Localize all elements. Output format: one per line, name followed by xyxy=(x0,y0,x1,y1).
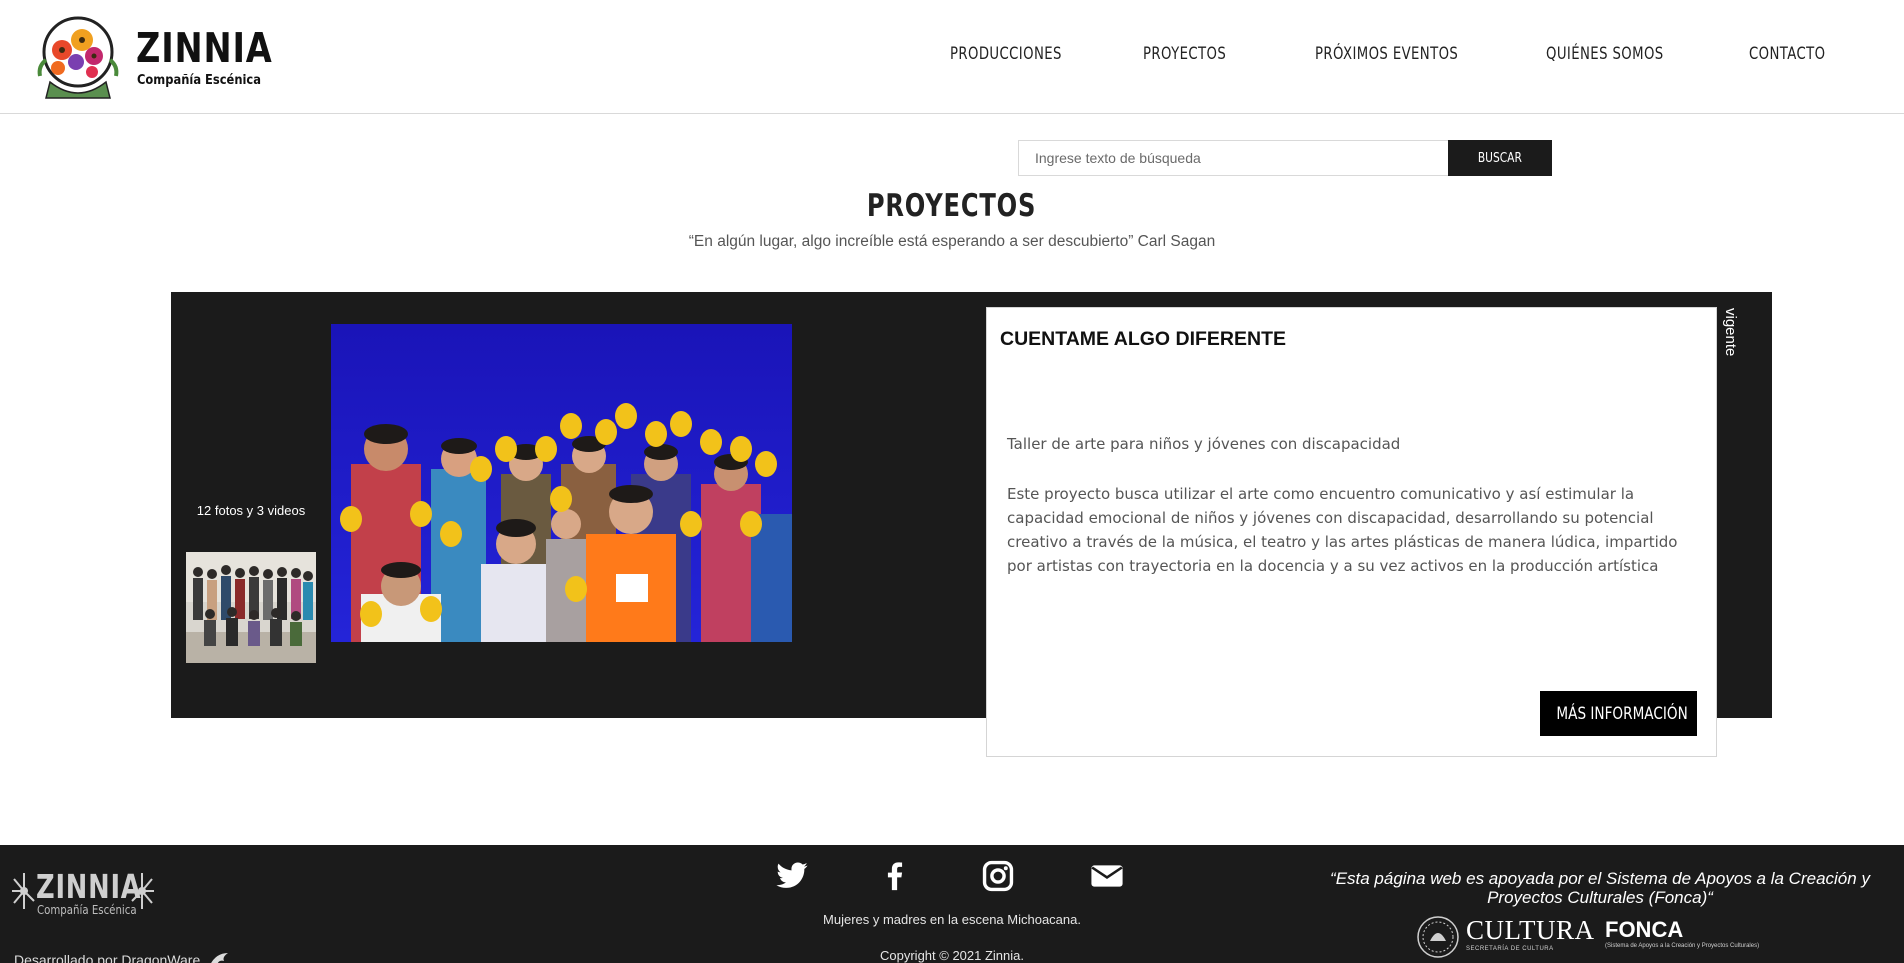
page-title: PROYECTOS xyxy=(0,188,1904,224)
search-button-label: BUSCAR xyxy=(1477,150,1523,166)
gallery-thumbnail[interactable] xyxy=(186,552,316,663)
cultura-label: CULTURA xyxy=(1466,915,1595,945)
nav-proximos-eventos[interactable]: PRÓXIMOS EVENTOS xyxy=(1315,44,1458,64)
nav-quienes-somos[interactable]: QUIÉNES SOMOS xyxy=(1546,44,1664,64)
project-main-photo[interactable] xyxy=(331,324,792,642)
zinnia-flower-left-icon xyxy=(12,873,35,909)
fonca-label: FONCA xyxy=(1605,917,1684,942)
logo-subtitle: Compañía Escénica xyxy=(137,72,261,88)
cultura-logo[interactable]: CULTURA SECRETARÍA DE CULTURA xyxy=(1416,915,1596,961)
search-input[interactable] xyxy=(1018,140,1449,176)
fonca-logo[interactable]: FONCA (Sistema de Apoyos a la Creación y… xyxy=(1605,917,1785,957)
twitter-icon[interactable] xyxy=(775,859,809,893)
nav-contacto[interactable]: CONTACTO xyxy=(1749,44,1825,64)
cultura-sublabel: SECRETARÍA DE CULTURA xyxy=(1466,946,1554,952)
footer-logo-name: ZINNIA xyxy=(36,867,142,906)
zinnia-flower-right-icon xyxy=(131,873,154,909)
nav-proyectos[interactable]: PROYECTOS xyxy=(1143,44,1226,64)
mexico-seal-icon xyxy=(1417,916,1459,958)
project-title: CUENTAME ALGO DIFERENTE xyxy=(1000,328,1286,350)
instagram-icon[interactable] xyxy=(981,859,1015,893)
site-footer: ZINNIA Compañía Escénica Desarrollado po… xyxy=(0,845,1904,963)
project-status-badge: vigente xyxy=(1722,308,1739,357)
more-info-button[interactable]: MÁS INFORMACIÓN xyxy=(1540,691,1697,736)
group-photo-image xyxy=(186,552,316,663)
fonca-sublabel: (Sistema de Apoyos a la Creación y Proye… xyxy=(1605,943,1760,949)
nav-producciones[interactable]: PRODUCCIONES xyxy=(950,44,1062,64)
facebook-icon[interactable] xyxy=(878,859,912,893)
page-title-text: PROYECTOS xyxy=(867,188,1037,224)
site-header: ZINNIA Compañía Escénica PRODUCCIONES PR… xyxy=(0,0,1904,114)
envelope-icon[interactable] xyxy=(1090,859,1124,893)
project-info-panel: CUENTAME ALGO DIFERENTE Taller de arte p… xyxy=(986,307,1717,757)
main-nav: PRODUCCIONES PROYECTOS PRÓXIMOS EVENTOS … xyxy=(0,44,1904,68)
children-with-yellow-gloves-image xyxy=(331,324,792,642)
more-info-label: MÁS INFORMACIÓN xyxy=(1556,703,1688,724)
search-bar: BUSCAR xyxy=(1018,140,1552,176)
page-quote: “En algún lugar, algo increíble está esp… xyxy=(688,233,1216,250)
project-subtitle: Taller de arte para niños y jóvenes con … xyxy=(1007,435,1401,453)
search-button[interactable]: BUSCAR xyxy=(1448,140,1552,176)
fonca-support-note: “Esta página web es apoyada por el Siste… xyxy=(1330,869,1870,907)
media-count: 12 fotos y 3 videos xyxy=(196,503,306,518)
project-description: Este proyecto busca utilizar el arte com… xyxy=(1007,485,1678,575)
